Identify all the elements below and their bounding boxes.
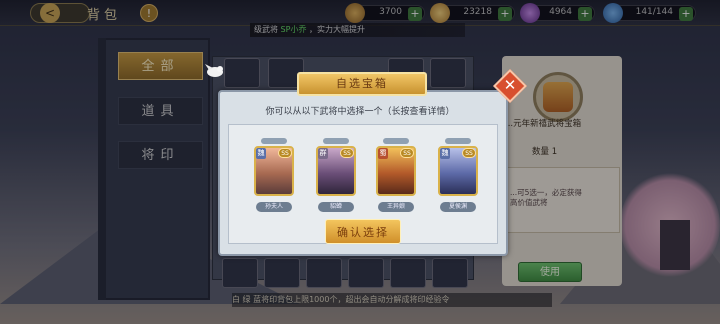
hero-name: 王异娘 (378, 202, 414, 212)
hero-card[interactable]: 群 SS (316, 146, 356, 196)
faction-badge: 魏 (440, 148, 450, 159)
bird-decoration-icon (205, 64, 223, 77)
card-top-tab (383, 138, 409, 144)
dialog-title: 自选宝箱 (336, 77, 388, 90)
dialog-subtitle: 你可以从以下武将中选择一个（长按查看详情） (265, 107, 455, 117)
faction-badge: 群 (318, 148, 328, 159)
hero-name: 夏侯渊 (440, 202, 476, 212)
card-top-tab (445, 138, 471, 144)
rank-badge: SS (278, 148, 292, 158)
hero-card[interactable]: 魏 SS (438, 146, 478, 196)
hero-name: 孙夫人 (256, 202, 292, 212)
confirm-selection-button[interactable]: 确认选择 (325, 219, 401, 244)
hero-card[interactable]: 蜀 SS (376, 146, 416, 196)
hero-card[interactable]: 魏 SS (254, 146, 294, 196)
faction-badge: 魏 (256, 148, 266, 159)
faction-badge: 蜀 (378, 148, 388, 159)
close-icon[interactable]: ✕ (498, 73, 522, 97)
rank-badge: SS (340, 148, 354, 158)
rank-badge: SS (462, 148, 476, 158)
rank-badge: SS (400, 148, 414, 158)
hero-name: 貂蝉 (318, 202, 354, 212)
card-top-tab (261, 138, 287, 144)
card-top-tab (323, 138, 349, 144)
